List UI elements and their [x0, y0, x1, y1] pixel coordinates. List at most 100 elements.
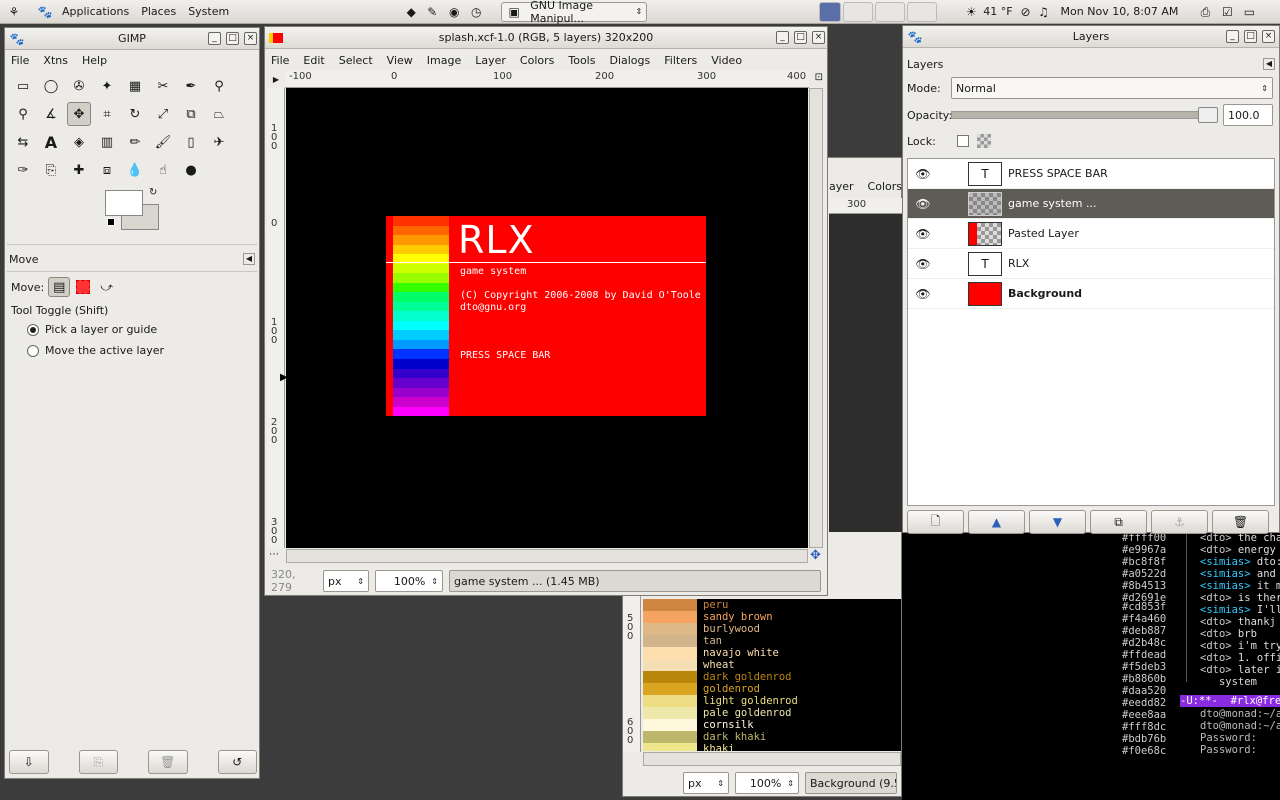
color-row[interactable]: pale goldenrod: [643, 707, 901, 719]
move-layer-icon[interactable]: ▤: [48, 277, 71, 297]
color-row[interactable]: wheat: [643, 659, 901, 671]
ink-icon[interactable]: ✑: [11, 158, 35, 182]
save-options-button[interactable]: ⇩: [9, 750, 49, 774]
option-move-active[interactable]: Move the active layer: [5, 336, 259, 357]
image-vscroll[interactable]: [809, 88, 823, 548]
menu-system[interactable]: System: [182, 5, 235, 18]
free-select-icon[interactable]: ✇: [67, 74, 91, 98]
move-tool-icon[interactable]: ✥: [67, 102, 91, 126]
blur-icon[interactable]: 💧: [123, 158, 147, 182]
color-area[interactable]: ↻: [5, 188, 259, 238]
mode-select[interactable]: Normal ⇕: [951, 77, 1273, 99]
gnome-foot-icon[interactable]: 🐾: [34, 6, 56, 18]
menu-image[interactable]: Image: [427, 54, 461, 67]
color-select-icon[interactable]: ▦: [123, 74, 147, 98]
toolbox-titlebar[interactable]: 🐾 GIMP _ □ ×: [5, 28, 259, 50]
launcher-icon[interactable]: ⚘: [2, 6, 26, 18]
airbrush-icon[interactable]: ✈: [207, 130, 231, 154]
menu-places[interactable]: Places: [135, 5, 182, 18]
measure-icon[interactable]: ∡: [39, 102, 63, 126]
clock[interactable]: Mon Nov 10, 8:07 AM: [1061, 5, 1179, 18]
shear-icon[interactable]: ⧉: [179, 102, 203, 126]
launcher-browser-icon[interactable]: ◉: [443, 6, 465, 18]
workspace-2[interactable]: [843, 1, 874, 22]
menu-xtns[interactable]: Xtns: [43, 54, 68, 67]
navigate-icon[interactable]: ⊡: [815, 73, 823, 83]
color-row[interactable]: dark khaki: [643, 731, 901, 743]
clone-icon[interactable]: ⎘: [39, 158, 63, 182]
unit-select[interactable]: px ⇕: [323, 570, 369, 592]
rect-select-icon[interactable]: ▭: [11, 74, 35, 98]
color-row[interactable]: sandy brown: [643, 611, 901, 623]
color-row[interactable]: peru: [643, 599, 901, 611]
tab-menu-icon[interactable]: ◀: [243, 253, 255, 265]
eye-icon[interactable]: 👁: [908, 197, 938, 211]
eye-icon[interactable]: 👁: [908, 167, 938, 181]
color-row[interactable]: dark goldenrod: [643, 671, 901, 683]
smudge-icon[interactable]: ☝: [151, 158, 175, 182]
duplicate-layer-button[interactable]: ⧉: [1090, 510, 1147, 534]
layers-minimize-button[interactable]: _: [1226, 30, 1239, 43]
lock-alpha-icon[interactable]: [977, 134, 991, 148]
launcher-terminal-icon[interactable]: ◆: [401, 6, 421, 18]
move-path-icon[interactable]: ⤻: [100, 281, 113, 293]
color-row[interactable]: khaki: [643, 743, 901, 751]
layer-row[interactable]: 👁 Background: [908, 279, 1274, 309]
fuzzy-select-icon[interactable]: ✦: [95, 74, 119, 98]
tab-menu-icon[interactable]: ◀: [1263, 58, 1275, 70]
menu-colors[interactable]: Colors: [520, 54, 554, 67]
zoom-select[interactable]: 100% ⇕: [375, 570, 443, 592]
eye-icon[interactable]: 👁: [908, 257, 938, 271]
opacity-input[interactable]: 100.0: [1223, 104, 1273, 126]
color-row[interactable]: tan: [643, 635, 901, 647]
layer-row[interactable]: 👁 T RLX: [908, 249, 1274, 279]
layers-titlebar[interactable]: 🐾 Layers _ □ ×: [903, 26, 1279, 48]
tray-window-icon[interactable]: ▭: [1238, 6, 1260, 18]
eye-icon[interactable]: 👁: [908, 227, 938, 241]
menu-file[interactable]: File: [11, 54, 29, 67]
launcher-gimp-icon[interactable]: ✎: [421, 6, 443, 18]
workspace-3[interactable]: [875, 1, 906, 22]
image-minimize-button[interactable]: _: [776, 31, 789, 44]
minimize-button[interactable]: _: [208, 32, 221, 45]
color-row[interactable]: burlywood: [643, 623, 901, 635]
layers-close-button[interactable]: ×: [1262, 30, 1275, 43]
launcher-clock-icon[interactable]: ◷: [465, 6, 487, 18]
option-pick-layer[interactable]: Pick a layer or guide: [5, 317, 259, 336]
opacity-slider[interactable]: [951, 107, 1218, 123]
foreground-color-swatch[interactable]: [105, 190, 143, 216]
menu-layer[interactable]: Layer: [475, 54, 506, 67]
reset-options-button[interactable]: ↺: [217, 750, 257, 774]
menu-help[interactable]: Help: [82, 54, 107, 67]
scissors-icon[interactable]: ✂: [151, 74, 175, 98]
menu-select[interactable]: Select: [339, 54, 373, 67]
color-row[interactable]: navajo white: [643, 647, 901, 659]
image-hscroll[interactable]: [286, 549, 808, 563]
menu-arrow-icon[interactable]: ▶: [269, 73, 283, 87]
layer-row[interactable]: 👁 T PRESS SPACE BAR: [908, 159, 1274, 189]
image-titlebar[interactable]: splash.xcf-1.0 (RGB, 5 layers) 320x200 _…: [265, 27, 827, 49]
image-close-button[interactable]: ×: [812, 31, 825, 44]
pencil-icon[interactable]: ✏: [123, 130, 147, 154]
workspace-4[interactable]: [907, 1, 938, 22]
weather-icon[interactable]: ☀: [961, 6, 981, 18]
scale-icon[interactable]: ⤢: [151, 102, 175, 126]
paintbrush-icon[interactable]: 🖌: [151, 130, 175, 154]
menu-dialogs[interactable]: Dialogs: [609, 54, 650, 67]
close-button[interactable]: ×: [244, 32, 257, 45]
task-switcher[interactable]: ▣ GNU Image Manipul... ⇕: [501, 0, 648, 25]
menu-filters[interactable]: Filters: [664, 54, 697, 67]
text-tool-icon[interactable]: A: [39, 130, 63, 154]
blend-icon[interactable]: ▥: [95, 130, 119, 154]
workspace-1[interactable]: [819, 1, 842, 22]
second-canvas[interactable]: [829, 214, 903, 532]
opacity-slider-handle[interactable]: [1198, 107, 1218, 123]
clipboard-icon[interactable]: ☑: [1216, 6, 1238, 18]
menu-applications[interactable]: Applications: [56, 5, 135, 18]
rotate-icon[interactable]: ↻: [123, 102, 147, 126]
move-selection-icon[interactable]: [76, 280, 91, 294]
lock-pixels-checkbox[interactable]: [957, 135, 969, 147]
menu-colors[interactable]: Colors: [868, 180, 902, 193]
color-row[interactable]: goldenrod: [643, 683, 901, 695]
menu-view[interactable]: View: [387, 54, 413, 67]
